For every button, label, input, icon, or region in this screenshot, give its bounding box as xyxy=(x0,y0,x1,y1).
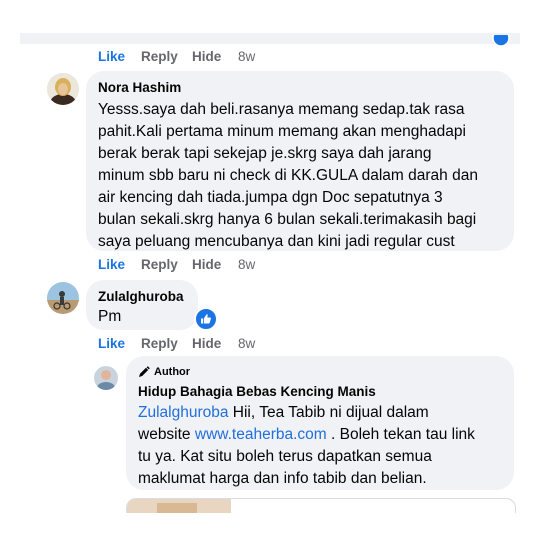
reply-line: Zulalghuroba Hii, Tea Tabib ni dijual da… xyxy=(138,402,510,424)
reply-button[interactable]: Reply xyxy=(141,256,178,274)
reply-line-text: Hii, Tea Tabib ni dijual dalam xyxy=(228,404,429,421)
like-button[interactable]: Like xyxy=(98,256,125,274)
reply-line: website www.teaherba.com . Boleh tekan t… xyxy=(138,424,510,446)
reply-text: Zulalghuroba Hii, Tea Tabib ni dijual da… xyxy=(138,402,510,490)
avatar-page-author[interactable] xyxy=(94,366,118,390)
comment-line: saya peluang mencubanya dan kini jadi re… xyxy=(98,233,455,250)
comment-line: Yesss.saya dah beli.rasanya memang sedap… xyxy=(98,101,465,118)
comment-author[interactable]: Zulalghuroba xyxy=(98,288,184,306)
comment-bubble: Nora Hashim Yesss.saya dah beli.rasanya … xyxy=(86,71,514,251)
comment-actions-top: Like Reply Hide 8w xyxy=(98,48,278,66)
comment-text: Yesss.saya dah beli.rasanya memang sedap… xyxy=(98,99,510,253)
reply-line-text: . Boleh tekan tau link xyxy=(326,426,475,443)
like-reaction-icon[interactable] xyxy=(194,307,218,331)
comment-line: minum sbb baru ni check di KK.GULA dalam… xyxy=(98,167,478,184)
timestamp[interactable]: 8w xyxy=(238,48,255,66)
reply-bubble: Author Hidup Bahagia Bebas Kencing Manis… xyxy=(126,356,514,490)
pencil-icon xyxy=(139,366,150,377)
comment-bubble: Zulalghuroba Pm xyxy=(86,280,198,330)
reply-button[interactable]: Reply xyxy=(141,335,178,353)
author-badge-label: Author xyxy=(154,366,191,378)
top-edge xyxy=(20,33,520,44)
hide-button[interactable]: Hide xyxy=(192,335,221,353)
reply-line: maklumat harga dan info tabib dan belian… xyxy=(138,470,427,487)
like-button[interactable]: Like xyxy=(98,48,125,66)
comment-line: air kencing dah tiada.jumpa dgn Doc sepa… xyxy=(98,189,443,206)
timestamp[interactable]: 8w xyxy=(238,256,255,274)
comment-actions: Like Reply Hide 8w xyxy=(98,256,278,274)
author-badge: Author xyxy=(138,365,190,379)
reply-button[interactable]: Reply xyxy=(141,48,178,66)
link-preview-card[interactable] xyxy=(126,498,516,513)
avatar-nora-hashim[interactable] xyxy=(47,73,79,105)
hide-button[interactable]: Hide xyxy=(192,48,221,66)
top-like-reaction-icon xyxy=(492,35,510,49)
comments-panel: Like Reply Hide 8w Nora Hashim Yesss.say… xyxy=(20,33,520,513)
comment-line: bulan sekali.skrg hanya 6 bulan sekali.t… xyxy=(98,211,477,228)
website-link[interactable]: www.teaherba.com xyxy=(195,426,327,443)
comment-line: pahit.Kali pertama minum memang akan men… xyxy=(98,123,466,140)
reply-line: tu ya. Kat situ boleh terus dapatkan sem… xyxy=(138,448,432,465)
comment-actions: Like Reply Hide 8w xyxy=(98,335,278,353)
comment-author[interactable]: Nora Hashim xyxy=(98,79,181,97)
timestamp[interactable]: 8w xyxy=(238,335,255,353)
like-button[interactable]: Like xyxy=(98,335,125,353)
tagged-user-link[interactable]: Zulalghuroba xyxy=(138,404,228,421)
hide-button[interactable]: Hide xyxy=(192,256,221,274)
comment-line: berak berak tapi sekejap je.skrg saya da… xyxy=(98,145,432,162)
avatar-zulalghuroba[interactable] xyxy=(47,282,79,314)
reply-author[interactable]: Hidup Bahagia Bebas Kencing Manis xyxy=(138,383,376,401)
reply-line-text: website xyxy=(138,426,195,443)
comment-text: Pm xyxy=(98,308,122,325)
link-preview-image xyxy=(127,499,231,513)
